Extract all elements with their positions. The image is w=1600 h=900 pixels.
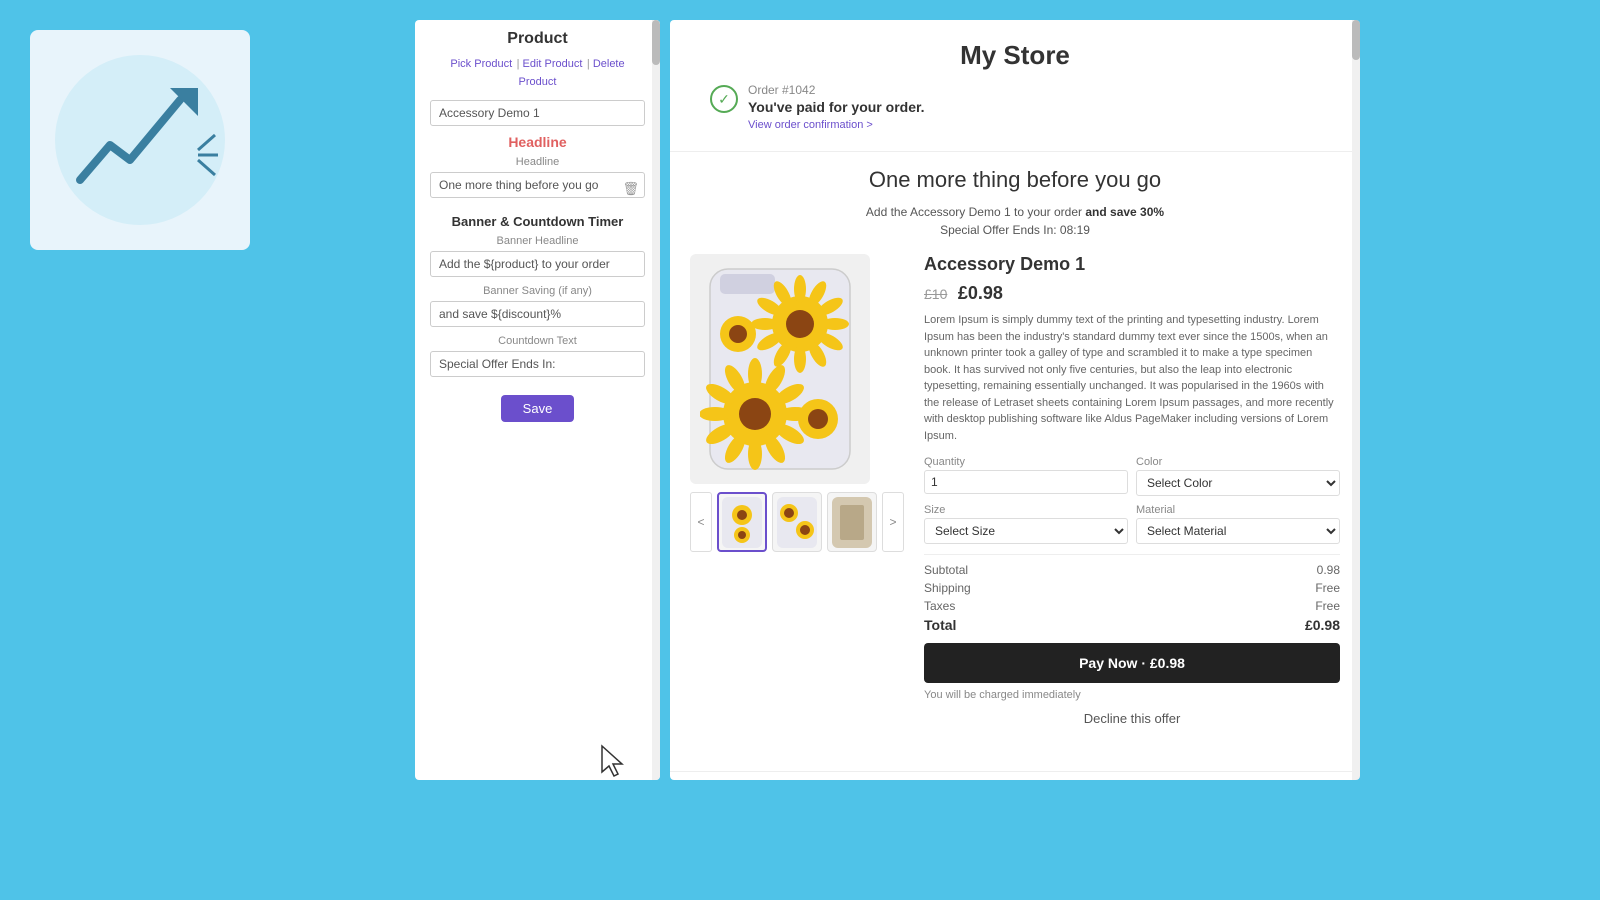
thumbnail-1[interactable] (717, 492, 767, 552)
product-description: Lorem Ipsum is simply dummy text of the … (924, 312, 1340, 444)
banner-line1: Add the Accessory Demo 1 to your order (866, 205, 1082, 219)
banner-saving-input[interactable] (430, 301, 645, 327)
product-details: Accessory Demo 1 £10 £0.98 Lorem Ipsum i… (924, 254, 1340, 741)
view-order-link[interactable]: View order confirmation > (748, 119, 873, 131)
banner-section-title: Banner & Countdown Timer (430, 214, 645, 229)
taxes-label: Taxes (924, 599, 955, 613)
material-select[interactable]: Select Material (1136, 518, 1340, 544)
pay-now-button[interactable]: Pay Now · £0.98 (924, 643, 1340, 683)
total-value: £0.98 (1305, 617, 1340, 633)
taxes-value: Free (1315, 599, 1340, 613)
quantity-group: Quantity (924, 456, 1128, 496)
total-row: Total £0.98 (924, 617, 1340, 633)
paid-text: You've paid for your order. (748, 99, 925, 115)
price-new: £0.98 (958, 283, 1003, 303)
subtotal-row: Subtotal 0.98 (924, 563, 1340, 577)
headline-section-title: Headline (430, 134, 645, 150)
material-label: Material (1136, 504, 1340, 516)
subtotal-value: 0.98 (1317, 563, 1340, 577)
banner-text: Add the Accessory Demo 1 to your order a… (690, 203, 1340, 239)
shipping-label: Shipping (924, 581, 971, 595)
product-input[interactable] (430, 100, 645, 126)
shipping-row: Shipping Free (924, 581, 1340, 595)
thumbnail-3[interactable] (827, 492, 877, 552)
price-row: £10 £0.98 (924, 283, 1340, 304)
thumb-next-button[interactable]: > (882, 492, 904, 552)
charged-text: You will be charged immediately (924, 689, 1340, 701)
options-grid: Quantity Color Select Color Size Select … (924, 456, 1340, 544)
logo-area (30, 30, 250, 250)
check-circle: ✓ (710, 85, 738, 113)
upsell-headline: One more thing before you go (690, 167, 1340, 193)
thumbnail-row: < (690, 492, 904, 552)
banner-headline-label: Banner Headline (430, 235, 645, 247)
totals-section: Subtotal 0.98 Shipping Free Taxes Free T… (924, 554, 1340, 633)
left-scrollbar[interactable] (652, 20, 660, 780)
store-name: My Store (680, 40, 1350, 71)
banner-headline-input[interactable] (430, 251, 645, 277)
banner-line2: Special Offer Ends In: 08:19 (940, 223, 1090, 237)
size-group: Size Select Size (924, 504, 1128, 544)
banner-line1-bold: and save 30% (1085, 205, 1164, 219)
order-number: Order #1042 (748, 83, 925, 97)
product-area: < (690, 254, 1340, 741)
footer-text: All rights reserved shoptest025 (670, 771, 1360, 780)
check-icon: ✓ (718, 91, 730, 108)
headline-input[interactable] (430, 172, 645, 198)
pick-product-link[interactable]: Pick Product (450, 58, 512, 70)
edit-product-link[interactable]: Edit Product (523, 58, 583, 70)
material-group: Material Select Material (1136, 504, 1340, 544)
left-scrollbar-thumb[interactable] (652, 20, 660, 65)
color-label: Color (1136, 456, 1340, 468)
right-scrollbar[interactable] (1352, 20, 1360, 780)
main-product-image (690, 254, 870, 484)
headline-input-wrapper: 🗑 (430, 172, 645, 206)
total-label: Total (924, 617, 956, 633)
order-confirm-row: ✓ Order #1042 You've paid for your order… (680, 83, 1350, 133)
banner-saving-label: Banner Saving (if any) (430, 285, 645, 297)
thumbnail-2[interactable] (772, 492, 822, 552)
shipping-value: Free (1315, 581, 1340, 595)
size-label: Size (924, 504, 1128, 516)
size-select[interactable]: Select Size (924, 518, 1128, 544)
color-group: Color Select Color (1136, 456, 1340, 496)
headline-delete-icon[interactable]: 🗑 (622, 181, 639, 197)
countdown-label: Countdown Text (430, 335, 645, 347)
product-images: < (690, 254, 904, 741)
left-panel-title: Product (430, 30, 645, 48)
taxes-row: Taxes Free (924, 599, 1340, 613)
order-info: Order #1042 You've paid for your order. … (748, 83, 925, 133)
product-name: Accessory Demo 1 (924, 254, 1340, 275)
upsell-section: One more thing before you go Add the Acc… (670, 152, 1360, 771)
product-links: Pick Product | Edit Product | Delete Pro… (430, 54, 645, 90)
quantity-input[interactable] (924, 470, 1128, 494)
headline-label: Headline (430, 156, 645, 168)
countdown-input[interactable] (430, 351, 645, 377)
price-old: £10 (924, 286, 947, 302)
thumb-prev-button[interactable]: < (690, 492, 712, 552)
right-panel: My Store ✓ Order #1042 You've paid for y… (670, 20, 1360, 780)
decline-offer-link[interactable]: Decline this offer (924, 711, 1340, 726)
color-select[interactable]: Select Color (1136, 470, 1340, 496)
quantity-label: Quantity (924, 456, 1128, 468)
save-button[interactable]: Save (501, 395, 575, 422)
logo-image (50, 50, 230, 230)
right-scrollbar-thumb[interactable] (1352, 20, 1360, 60)
store-header: My Store ✓ Order #1042 You've paid for y… (670, 20, 1360, 152)
left-panel: Product Pick Product | Edit Product | De… (415, 20, 660, 780)
subtotal-label: Subtotal (924, 563, 968, 577)
